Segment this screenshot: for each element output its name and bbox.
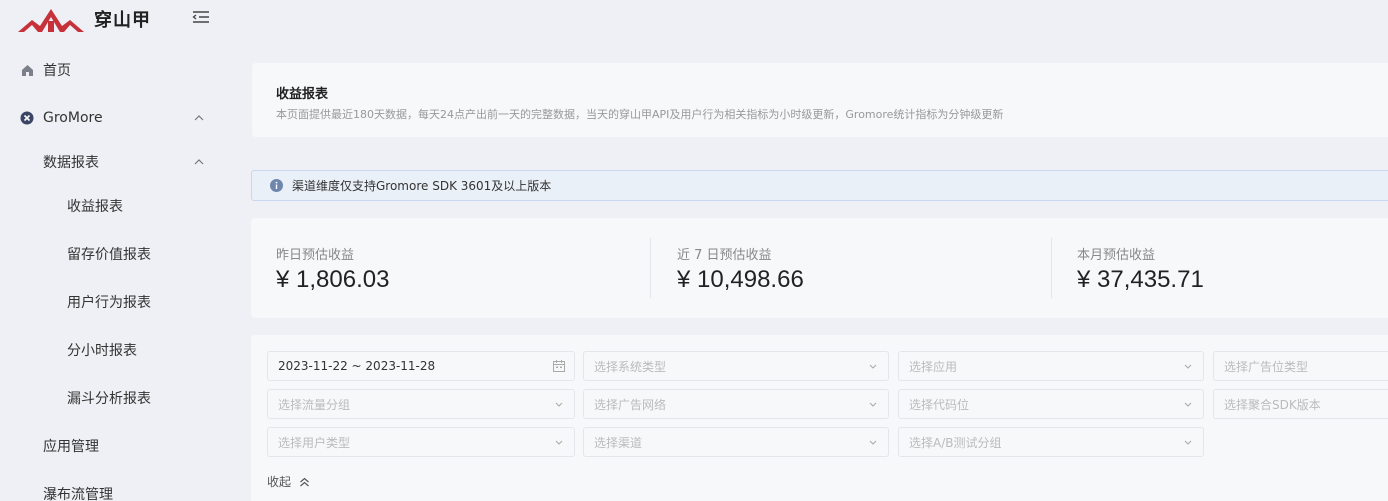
collapse-filters-button[interactable]: 收起 [267,473,310,490]
filter-panel: 2023-11-22 ~ 2023-11-28 选择系统类型 选择应用 选择广告… [251,335,1388,501]
brand-name: 穿山甲 [94,10,151,31]
select-placeholder: 选择代码位 [909,397,970,412]
select-placeholder: 选择广告位类型 [1224,359,1309,374]
divider [1051,238,1052,298]
ad-slot-type-select[interactable]: 选择广告位类型 [1213,351,1388,381]
nav-waterfall-management[interactable]: 瀑布流管理 [0,474,238,501]
ad-network-select[interactable]: 选择广告网络 [583,389,889,419]
nav-home[interactable]: 首页 [0,50,238,90]
divider [650,238,651,298]
code-slot-select[interactable]: 选择代码位 [898,389,1204,419]
select-placeholder: 选择用户类型 [278,435,351,450]
chevron-up-icon [194,115,204,121]
select-placeholder: 选择应用 [909,359,958,374]
nav-home-label: 首页 [43,63,71,79]
nav-revenue-report[interactable]: 收益报表 [0,186,238,226]
revenue-summary: 昨日预估收益 ¥ 1,806.03 近 7 日预估收益 ¥ 10,498.66 … [251,218,1388,318]
select-placeholder: 选择系统类型 [594,359,667,374]
date-range-value: 2023-11-22 ~ 2023-11-28 [278,359,436,373]
notice-banner: 渠道维度仅支持Gromore SDK 3601及以上版本 [251,170,1388,201]
nav-funnel-report[interactable]: 漏斗分析报表 [0,378,238,418]
system-type-select[interactable]: 选择系统类型 [583,351,889,381]
stat-value: ¥ 1,806.03 [276,266,390,293]
date-range-picker[interactable]: 2023-11-22 ~ 2023-11-28 [267,351,575,381]
chevron-down-icon [1184,364,1192,369]
gromore-icon [20,111,34,125]
chevron-down-icon [869,364,877,369]
nav-item-label: 分小时报表 [67,343,137,359]
sdk-version-select[interactable]: 选择聚合SDK版本 [1213,389,1388,419]
nav-item-label: 用户行为报表 [67,295,151,311]
user-type-select[interactable]: 选择用户类型 [267,427,575,457]
calendar-icon [553,360,565,372]
ab-test-group-select[interactable]: 选择A/B测试分组 [898,427,1204,457]
home-icon [20,63,34,77]
sidebar: 穿山甲 首页 GroMore 数据报表 收益报表 留存价值报表 用户行为报表 分… [0,0,238,501]
nav-data-reports[interactable]: 数据报表 [0,142,238,182]
nav-waterfall-management-label: 瀑布流管理 [43,487,113,501]
double-chevron-up-icon [300,477,309,486]
stat-label: 近 7 日预估收益 [677,248,772,263]
nav-app-management[interactable]: 应用管理 [0,426,238,466]
chevron-down-icon [1184,402,1192,407]
nav-app-management-label: 应用管理 [43,439,99,455]
channel-select[interactable]: 选择渠道 [583,427,889,457]
nav-item-label: 留存价值报表 [67,247,151,263]
nav-gromore-label: GroMore [43,110,103,126]
nav-item-label: 漏斗分析报表 [67,391,151,407]
page-description: 本页面提供最近180天数据，每天24点产出前一天的完整数据，当天的穿山甲API及… [276,108,1004,121]
chevron-down-icon [555,440,563,445]
page-title: 收益报表 [276,87,329,102]
stat-label: 昨日预估收益 [276,248,355,263]
notice-text: 渠道维度仅支持Gromore SDK 3601及以上版本 [292,179,552,193]
info-icon [270,179,283,192]
stat-value: ¥ 37,435.71 [1077,266,1204,293]
traffic-group-select[interactable]: 选择流量分组 [267,389,575,419]
app-select[interactable]: 选择应用 [898,351,1204,381]
chevron-down-icon [1184,440,1192,445]
nav-retention-value-report[interactable]: 留存价值报表 [0,234,238,274]
select-placeholder: 选择A/B测试分组 [909,435,1002,450]
select-placeholder: 选择广告网络 [594,397,667,412]
logo[interactable]: 穿山甲 [18,6,151,32]
chevron-down-icon [555,402,563,407]
nav-hourly-report[interactable]: 分小时报表 [0,330,238,370]
logo-mark-icon [18,9,84,32]
select-placeholder: 选择聚合SDK版本 [1224,397,1321,412]
nav-user-behavior-report[interactable]: 用户行为报表 [0,282,238,322]
stat-label: 本月预估收益 [1077,248,1156,263]
chevron-down-icon [869,402,877,407]
nav-gromore[interactable]: GroMore [0,98,238,138]
nav-item-label: 收益报表 [67,199,123,215]
collapse-label: 收起 [267,475,292,489]
select-placeholder: 选择流量分组 [278,397,351,412]
stat-value: ¥ 10,498.66 [677,266,804,293]
select-placeholder: 选择渠道 [594,435,643,450]
menu-collapse-icon[interactable] [192,9,210,25]
chevron-up-icon [194,159,204,165]
page-header: 收益报表 本页面提供最近180天数据，每天24点产出前一天的完整数据，当天的穿山… [252,63,1388,137]
nav-data-reports-label: 数据报表 [43,155,99,171]
chevron-down-icon [869,440,877,445]
